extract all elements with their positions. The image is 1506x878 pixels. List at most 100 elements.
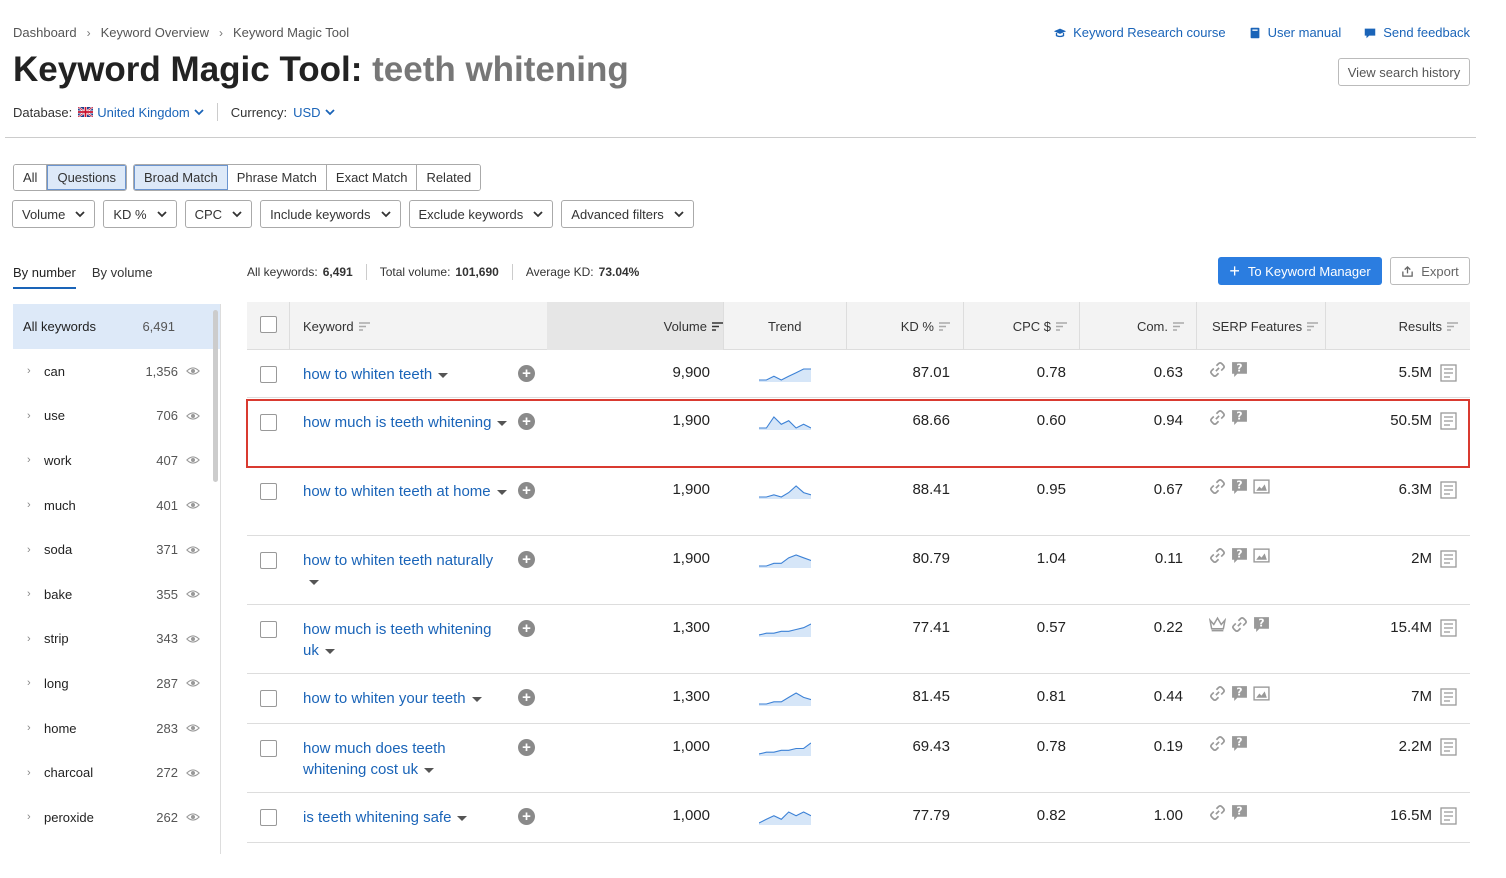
user-manual-link[interactable]: User manual	[1248, 25, 1341, 40]
broad-match-toggle[interactable]: Broad Match	[134, 165, 228, 190]
breadcrumb-keyword-overview[interactable]: Keyword Overview	[101, 25, 209, 40]
keyword-link[interactable]: how to whiten teeth	[303, 364, 508, 385]
row-checkbox[interactable]	[260, 809, 277, 826]
column-results[interactable]: Results	[1399, 319, 1458, 334]
to-keyword-manager-button[interactable]: + To Keyword Manager	[1218, 257, 1382, 285]
add-to-list-icon[interactable]: +	[518, 482, 535, 499]
add-to-list-icon[interactable]: +	[518, 739, 535, 756]
caret-down-icon[interactable]	[438, 372, 449, 378]
row-checkbox[interactable]	[260, 483, 277, 500]
eye-icon[interactable]	[186, 543, 200, 557]
link-icon	[1232, 617, 1247, 632]
row-checkbox[interactable]	[260, 690, 277, 707]
eye-icon[interactable]	[186, 766, 200, 780]
top-links: Keyword Research course User manual Send…	[1053, 25, 1470, 40]
cpc-filter[interactable]: CPC	[184, 200, 253, 228]
row-checkbox[interactable]	[260, 740, 277, 757]
volume-filter[interactable]: Volume	[12, 200, 96, 228]
eye-icon[interactable]	[186, 721, 200, 735]
include-keywords-filter[interactable]: Include keywords	[260, 200, 401, 228]
eye-icon[interactable]	[186, 632, 200, 646]
caret-down-icon[interactable]	[424, 767, 435, 773]
select-all-checkbox[interactable]	[260, 316, 277, 333]
add-to-list-icon[interactable]: +	[518, 808, 535, 825]
column-kd[interactable]: KD %	[901, 319, 950, 334]
all-toggle[interactable]: All	[14, 165, 48, 190]
tab-by-number[interactable]: By number	[13, 265, 76, 289]
keyword-link[interactable]: how much does teeth whitening cost uk	[303, 738, 508, 780]
sidebar-item-use[interactable]: › use 706	[13, 394, 220, 439]
eye-icon[interactable]	[186, 676, 200, 690]
serp-snapshot-icon[interactable]	[1440, 550, 1457, 568]
kd-cell: 87.01	[912, 364, 950, 381]
caret-down-icon[interactable]	[309, 579, 319, 585]
serp-snapshot-icon[interactable]	[1440, 688, 1457, 706]
caret-down-icon[interactable]	[496, 489, 507, 495]
phrase-match-toggle[interactable]: Phrase Match	[227, 165, 327, 190]
currency-select[interactable]: USD	[293, 105, 335, 120]
caret-down-icon[interactable]	[457, 815, 468, 821]
advanced-filters[interactable]: Advanced filters	[561, 200, 694, 228]
keyword-link[interactable]: how much is teeth whitening uk	[303, 619, 508, 661]
related-toggle[interactable]: Related	[417, 165, 481, 190]
export-button[interactable]: Export	[1390, 257, 1470, 285]
sidebar-item-strip[interactable]: › strip 343	[13, 617, 220, 662]
group-tabs: By number By volume	[13, 265, 153, 289]
sidebar-item-bake[interactable]: › bake 355	[13, 572, 220, 617]
row-checkbox[interactable]	[260, 621, 277, 638]
questions-toggle[interactable]: Questions	[47, 165, 126, 190]
add-to-list-icon[interactable]: +	[518, 689, 535, 706]
sidebar-item-much[interactable]: › much 401	[13, 483, 220, 528]
eye-icon[interactable]	[186, 409, 200, 423]
trend-sparkline	[759, 742, 811, 756]
serp-features-cell: ?	[1209, 547, 1270, 564]
eye-icon[interactable]	[186, 587, 200, 601]
column-competition[interactable]: Com.	[1137, 319, 1184, 334]
keyword-link[interactable]: how to whiten teeth naturally	[303, 550, 508, 592]
serp-snapshot-icon[interactable]	[1440, 807, 1457, 825]
table-header: Keyword Volume Trend KD % CPC $ Com. SER…	[247, 302, 1470, 350]
database-select[interactable]: United Kingdom	[97, 105, 204, 120]
column-serp-features[interactable]: SERP Features	[1212, 319, 1319, 334]
eye-icon[interactable]	[186, 810, 200, 824]
exclude-keywords-filter[interactable]: Exclude keywords	[408, 200, 554, 228]
tab-by-volume[interactable]: By volume	[92, 265, 153, 289]
sidebar-scrollbar[interactable]	[213, 310, 218, 482]
row-checkbox[interactable]	[260, 552, 277, 569]
keyword-research-course-link[interactable]: Keyword Research course	[1053, 25, 1226, 40]
add-to-list-icon[interactable]: +	[518, 551, 535, 568]
trend-sparkline	[759, 811, 811, 825]
add-to-list-icon[interactable]: +	[518, 365, 535, 382]
link-icon	[1210, 479, 1225, 494]
send-feedback-link[interactable]: Send feedback	[1363, 25, 1470, 40]
sidebar-item-long[interactable]: › long 287	[13, 661, 220, 706]
serp-snapshot-icon[interactable]	[1440, 481, 1457, 499]
sidebar-item-home[interactable]: › home 283	[13, 706, 220, 751]
serp-snapshot-icon[interactable]	[1440, 619, 1457, 637]
sidebar-item-charcoal[interactable]: › charcoal 272	[13, 750, 220, 795]
column-cpc[interactable]: CPC $	[1013, 319, 1067, 334]
sidebar-item-can[interactable]: › can 1,356	[13, 349, 220, 394]
keyword-link[interactable]: how to whiten teeth at home	[303, 481, 508, 502]
column-keyword[interactable]: Keyword	[303, 319, 370, 334]
sidebar-item-all-keywords[interactable]: All keywords 6,491	[13, 304, 220, 349]
breadcrumb-dashboard[interactable]: Dashboard	[13, 25, 77, 40]
eye-icon[interactable]	[186, 364, 200, 378]
add-to-list-icon[interactable]: +	[518, 620, 535, 637]
sidebar-item-work[interactable]: › work 407	[13, 438, 220, 483]
eye-icon[interactable]	[186, 453, 200, 467]
exact-match-toggle[interactable]: Exact Match	[326, 165, 418, 190]
caret-down-icon[interactable]	[471, 696, 482, 702]
serp-snapshot-icon[interactable]	[1440, 364, 1457, 382]
keyword-link[interactable]: is teeth whitening safe	[303, 807, 508, 828]
kd-filter[interactable]: KD %	[103, 200, 177, 228]
caret-down-icon[interactable]	[324, 648, 335, 654]
eye-icon[interactable]	[186, 498, 200, 512]
serp-snapshot-icon[interactable]	[1440, 738, 1457, 756]
row-checkbox[interactable]	[260, 366, 277, 383]
sidebar-item-peroxide[interactable]: › peroxide 262	[13, 795, 220, 840]
keyword-link[interactable]: how to whiten your teeth	[303, 688, 508, 709]
view-search-history-button[interactable]: View search history	[1338, 58, 1470, 86]
column-volume[interactable]: Volume	[664, 319, 723, 334]
sidebar-item-soda[interactable]: › soda 371	[13, 527, 220, 572]
